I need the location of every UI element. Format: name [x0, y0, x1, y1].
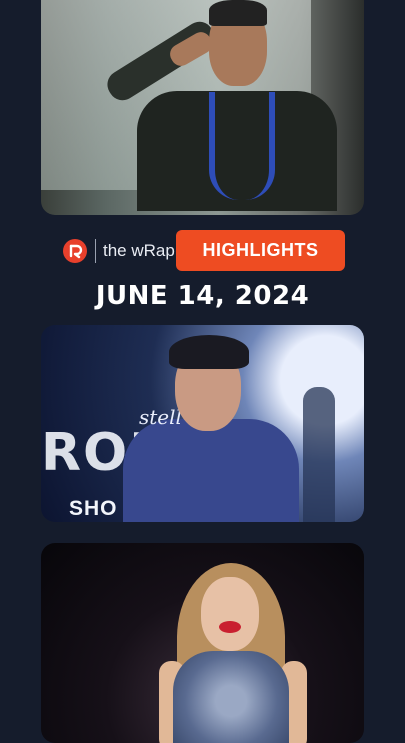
- photo-singer-hair: [169, 335, 249, 369]
- photo-singer-jacket: [123, 419, 299, 522]
- photo-performer-outfit: [173, 651, 289, 743]
- photo-stage-silhouette: [303, 387, 335, 522]
- photo-officer-lanyard: [209, 92, 275, 200]
- page-date: JUNE 14, 2024: [95, 281, 310, 311]
- photo-officer-hair: [209, 0, 267, 26]
- news-photo-card-2[interactable]: ROI SHO stell: [41, 325, 364, 522]
- photo-sign-script: stell: [139, 405, 182, 429]
- brand-label: the wRap: [103, 241, 175, 260]
- rappler-logo-icon: [63, 239, 87, 263]
- photo-performer-face: [201, 577, 259, 651]
- photo-sign-subword: SHO: [69, 497, 118, 520]
- news-photo-card-1[interactable]: [41, 0, 364, 215]
- photo-performer-lips: [219, 621, 241, 633]
- logo-divider: [95, 239, 96, 263]
- news-photo-card-3[interactable]: [41, 543, 364, 743]
- highlights-badge[interactable]: HIGHLIGHTS: [176, 230, 345, 271]
